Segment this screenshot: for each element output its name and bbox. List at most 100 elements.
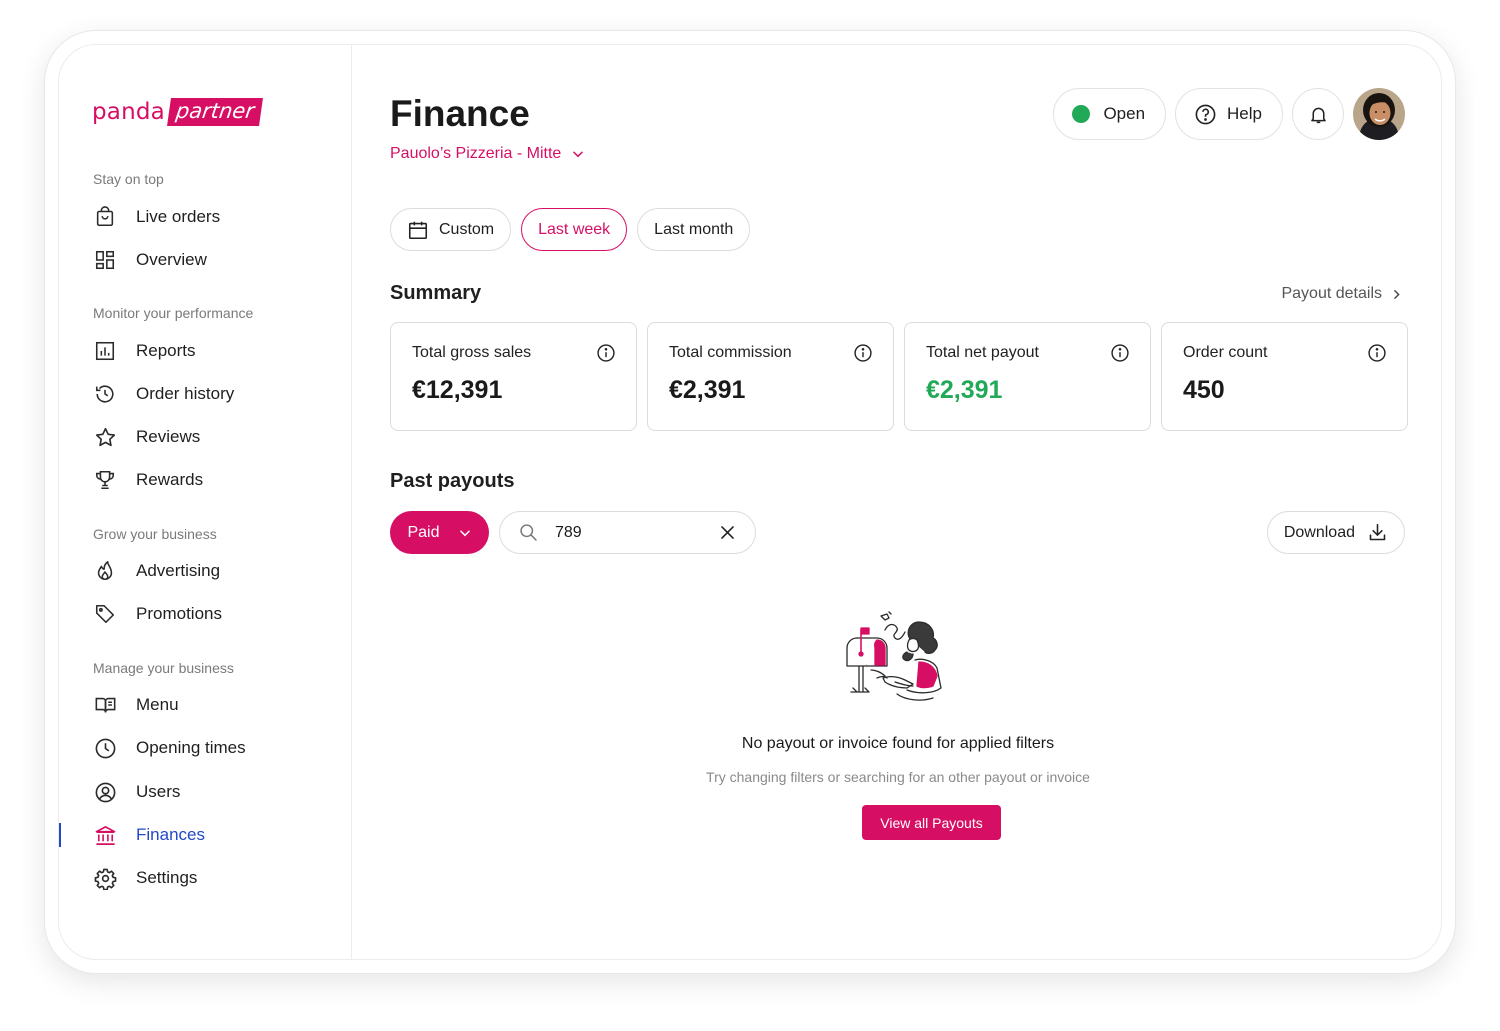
chip-custom[interactable]: Custom [390, 208, 512, 251]
card-label: Order count [1183, 344, 1268, 361]
payout-details-label: Payout details [1281, 285, 1382, 302]
chevron-down-icon [571, 147, 585, 161]
notifications-button[interactable] [1292, 88, 1344, 140]
sidebar-item-advertising[interactable]: Advertising [93, 556, 220, 586]
chip-last-week[interactable]: Last week [521, 208, 628, 251]
bank-icon [93, 823, 117, 847]
history-icon [93, 382, 117, 406]
sidebar-item-label: Users [136, 782, 181, 801]
chip-label: Custom [439, 220, 495, 238]
sidebar-item-label: Reports [136, 341, 196, 360]
gear-icon [93, 866, 117, 890]
tag-icon [93, 602, 117, 626]
section-title-grow: Grow your business [93, 526, 217, 542]
sidebar-item-reviews[interactable]: Reviews [93, 422, 200, 452]
empty-state-title: No payout or invoice found for applied f… [741, 735, 1055, 752]
avatar[interactable] [1353, 88, 1405, 140]
header-actions: Open Help [1053, 88, 1405, 140]
empty-state-illustration [837, 608, 953, 715]
status-filter-label: Paid [407, 523, 440, 541]
sidebar-item-opening-times[interactable]: Opening times [93, 733, 246, 763]
section-title-stay-on-top: Stay on top [93, 171, 164, 187]
store-name: Pauolo’s Pizzeria - Mitte [390, 145, 562, 162]
trophy-icon [93, 468, 117, 492]
sidebar-item-users[interactable]: Users [93, 777, 180, 807]
store-selector[interactable]: Pauolo’s Pizzeria - Mitte [390, 145, 585, 163]
card-value: €2,391 [669, 376, 746, 404]
sidebar-item-label: Live orders [136, 207, 221, 226]
card-order-count: Order count 450 [1161, 322, 1408, 431]
sidebar-item-label: Settings [136, 868, 198, 887]
sidebar-item-live-orders[interactable]: Live orders [93, 202, 220, 232]
sidebar-item-label: Reviews [136, 427, 201, 446]
main-content: Finance Pauolo’s Pizzeria - Mitte Open H… [353, 45, 1441, 959]
sidebar-item-menu[interactable]: Menu [93, 690, 179, 720]
sidebar-item-label: Overview [136, 250, 207, 269]
payout-search [499, 511, 756, 554]
bar-chart-icon [93, 339, 117, 363]
card-value: €2,391 [926, 376, 1003, 404]
app-screen: panda partner Stay on top Live orders Ov… [58, 44, 1442, 960]
status-dot-icon [1072, 105, 1091, 123]
card-total-gross-sales: Total gross sales €12,391 [390, 322, 637, 431]
sidebar-item-finances[interactable]: Finances [93, 820, 205, 850]
sidebar-item-label: Rewards [136, 470, 204, 489]
info-icon[interactable] [1367, 343, 1387, 368]
sidebar-item-order-history[interactable]: Order history [93, 379, 234, 409]
grid-icon [93, 248, 117, 272]
sidebar-item-label: Finances [136, 825, 205, 844]
logo-text-partner: partner [167, 98, 263, 126]
info-icon[interactable] [1110, 343, 1130, 368]
help-label: Help [1227, 104, 1262, 123]
sidebar: panda partner Stay on top Live orders Ov… [59, 45, 352, 959]
summary-cards: Total gross sales €12,391 Total commissi… [390, 322, 1408, 431]
star-icon [93, 425, 117, 449]
active-indicator [59, 823, 61, 847]
sidebar-item-label: Opening times [136, 738, 246, 757]
chip-last-month[interactable]: Last month [637, 208, 751, 251]
sidebar-item-overview[interactable]: Overview [93, 245, 207, 275]
card-total-commission: Total commission €2,391 [647, 322, 894, 431]
calendar-icon [407, 219, 429, 241]
status-toggle-button[interactable]: Open [1053, 88, 1167, 140]
flame-icon [93, 559, 117, 583]
shopping-bag-icon [93, 205, 117, 229]
user-circle-icon [93, 780, 117, 804]
sidebar-item-settings[interactable]: Settings [93, 863, 197, 893]
sidebar-item-rewards[interactable]: Rewards [93, 465, 203, 495]
sidebar-item-promotions[interactable]: Promotions [93, 599, 222, 629]
download-icon [1367, 522, 1388, 543]
sidebar-item-reports[interactable]: Reports [93, 336, 196, 366]
card-total-net-payout: Total net payout €2,391 [904, 322, 1151, 431]
chevron-right-icon [1390, 288, 1403, 301]
search-input[interactable] [555, 523, 705, 542]
status-filter-dropdown[interactable]: Paid [390, 511, 489, 554]
payout-details-link[interactable]: Payout details [1281, 285, 1403, 303]
sidebar-item-label: Menu [136, 695, 179, 714]
card-label: Total gross sales [412, 344, 532, 361]
help-button[interactable]: Help [1175, 88, 1283, 140]
section-title-monitor: Monitor your performance [93, 305, 254, 321]
sidebar-item-label: Advertising [136, 561, 221, 580]
logo-text-panda: panda [92, 99, 165, 125]
chip-label: Last month [654, 220, 734, 238]
clock-icon [93, 736, 117, 760]
status-label: Open [1103, 104, 1146, 123]
download-label: Download [1283, 523, 1355, 541]
download-button[interactable]: Download [1266, 511, 1405, 554]
close-icon[interactable] [718, 523, 737, 542]
info-icon[interactable] [853, 343, 873, 368]
empty-state-subtitle: Try changing filters or searching for an… [706, 769, 1090, 785]
past-payouts-title: Past payouts [390, 470, 515, 492]
view-all-payouts-button[interactable]: View all Payouts [862, 805, 1001, 840]
brand-logo[interactable]: panda partner [92, 97, 263, 127]
card-label: Total net payout [926, 344, 1039, 361]
info-icon[interactable] [596, 343, 616, 368]
sidebar-item-label: Order history [136, 384, 235, 403]
chevron-down-icon [458, 526, 472, 540]
date-filter-chips: Custom Last week Last month [390, 208, 751, 251]
page-title: Finance [390, 93, 530, 134]
section-title-manage: Manage your business [93, 660, 234, 676]
book-icon [93, 693, 117, 717]
sidebar-item-label: Promotions [136, 604, 222, 623]
